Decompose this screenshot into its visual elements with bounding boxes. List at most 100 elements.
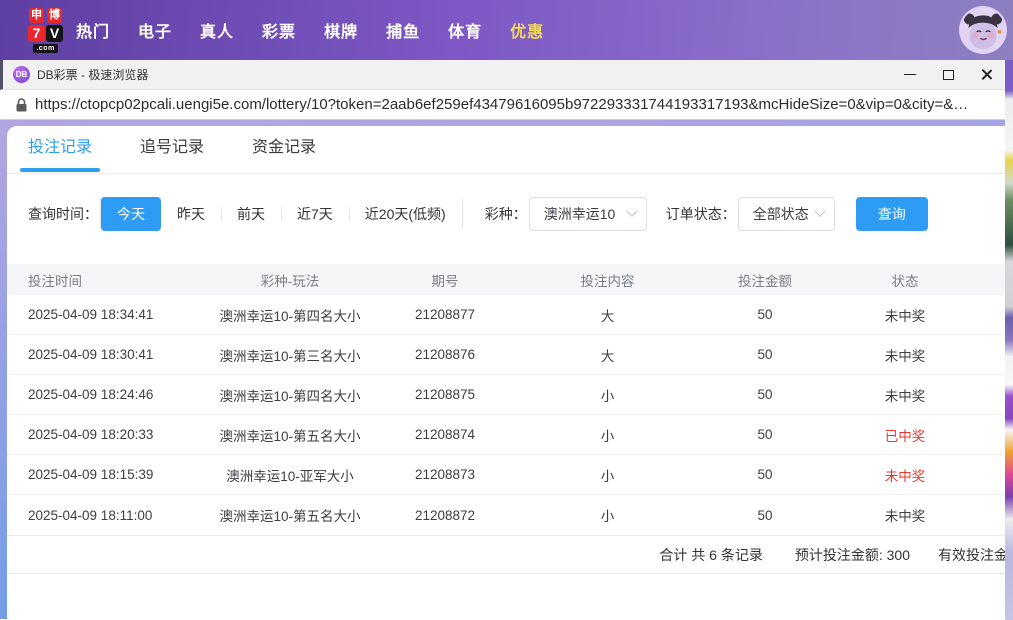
table-row[interactable]: 2025-04-09 18:30:41 澳洲幸运10-第三名大小 2120887… [7, 335, 1005, 375]
cell-issue: 21208876 [400, 347, 490, 362]
lottery-filter-label: 彩种： [485, 204, 527, 224]
cell-amount: 50 [725, 427, 805, 442]
cell-status: 已中奖 [805, 425, 1005, 445]
table-row[interactable]: 2025-04-09 18:11:00 澳洲幸运10-第五名大小 2120887… [7, 495, 1005, 535]
logo-vee: V [46, 25, 63, 42]
time-option-daybefore[interactable]: 前天 [221, 197, 281, 231]
tab-fund-records[interactable]: 资金记录 [252, 126, 316, 174]
cell-issue: 21208873 [400, 467, 490, 482]
site-logo[interactable]: 申 博 7 V .com [28, 8, 63, 53]
cell-bet-time: 2025-04-09 18:34:41 [7, 307, 180, 322]
nav-item-cards[interactable]: 棋牌 [324, 18, 358, 42]
chevron-down-icon [626, 206, 637, 217]
maximize-icon [943, 70, 954, 80]
cell-amount: 50 [725, 347, 805, 362]
cell-content: 小 [490, 505, 725, 525]
site-favicon: DB [13, 66, 30, 83]
nav-item-fishing[interactable]: 捕鱼 [386, 18, 420, 42]
table-row[interactable]: 2025-04-09 18:34:41 澳洲幸运10-第四名大小 2120887… [7, 295, 1005, 335]
browser-window: DB DB彩票 - 极速浏览器 https://ctopcp02pcali.ue… [0, 60, 1005, 620]
header-issue: 期号 [400, 270, 490, 290]
cell-amount: 50 [725, 508, 805, 523]
avatar-image [961, 8, 1005, 52]
cell-content: 小 [490, 465, 725, 485]
lock-icon [16, 98, 27, 112]
cell-game-play: 澳洲幸运10-第四名大小 [180, 305, 400, 325]
cell-content: 大 [490, 305, 725, 325]
window-title: DB彩票 - 极速浏览器 [37, 66, 148, 83]
logo-badges: 申 博 [29, 8, 62, 23]
time-option-20days[interactable]: 近20天(低频) [349, 197, 462, 231]
main-nav: 热门 电子 真人 彩票 棋牌 捕鱼 体育 优惠 [76, 18, 544, 42]
table-row[interactable]: 2025-04-09 18:24:46 澳洲幸运10-第四名大小 2120887… [7, 375, 1005, 415]
address-bar[interactable]: https://ctopcp02pcali.uengi5e.com/lotter… [0, 90, 1005, 120]
table-row[interactable]: 2025-04-09 18:20:33 澳洲幸运10-第五名大小 2120887… [7, 415, 1005, 455]
page-viewport: 投注记录 追号记录 资金记录 查询时间： 今天 昨天 前天 近7天 近20天(低… [0, 120, 1005, 619]
filter-bar: 查询时间： 今天 昨天 前天 近7天 近20天(低频) 彩种： 澳洲幸运10 订… [28, 197, 1005, 231]
table-row[interactable]: 2025-04-09 18:15:39 澳洲幸运10-亚军大小 21208873… [7, 455, 1005, 495]
logo-badge-2: 博 [47, 8, 62, 23]
cell-bet-time: 2025-04-09 18:11:00 [7, 508, 180, 523]
time-filter-label: 查询时间： [28, 204, 98, 224]
logo-badge-1: 申 [29, 8, 44, 23]
header-status: 状态 [805, 270, 1005, 290]
maximize-button[interactable] [929, 60, 967, 90]
search-button[interactable]: 查询 [856, 197, 928, 231]
time-option-7days[interactable]: 近7天 [281, 197, 349, 231]
chevron-down-icon [814, 206, 825, 217]
cell-game-play: 澳洲幸运10-第五名大小 [180, 425, 400, 445]
cell-status: 未中奖 [805, 305, 1005, 325]
screen: 申 博 7 V .com 热门 电子 真人 彩票 棋牌 捕鱼 体育 优惠 [0, 0, 1013, 620]
cell-issue: 21208877 [400, 307, 490, 322]
site-topbar: 申 博 7 V .com 热门 电子 真人 彩票 棋牌 捕鱼 体育 优惠 [0, 0, 1013, 60]
cell-content: 大 [490, 345, 725, 365]
cell-bet-time: 2025-04-09 18:24:46 [7, 387, 180, 402]
cell-bet-time: 2025-04-09 18:15:39 [7, 467, 180, 482]
summary-bar: 合计 共 6 条记录 预计投注金额: 300 有效投注金额 [7, 535, 1005, 574]
cell-amount: 50 [725, 467, 805, 482]
nav-item-hot[interactable]: 热门 [76, 18, 110, 42]
nav-item-sports[interactable]: 体育 [448, 18, 482, 42]
tab-chase-records[interactable]: 追号记录 [140, 126, 204, 174]
cell-issue: 21208874 [400, 427, 490, 442]
time-option-today[interactable]: 今天 [101, 197, 161, 231]
order-status-select[interactable]: 全部状态 [738, 197, 835, 231]
cell-status: 未中奖 [805, 385, 1005, 405]
time-option-yesterday[interactable]: 昨天 [161, 197, 221, 231]
window-titlebar[interactable]: DB DB彩票 - 极速浏览器 [0, 60, 1005, 90]
summary-total-records: 合计 共 6 条记录 [659, 545, 762, 565]
cell-status: 未中奖 [805, 345, 1005, 365]
cell-game-play: 澳洲幸运10-亚军大小 [180, 465, 400, 485]
logo-7v: 7 V [28, 25, 63, 42]
summary-expected-amount: 预计投注金额: 300 [795, 545, 910, 565]
nav-item-lottery[interactable]: 彩票 [262, 18, 296, 42]
logo-seven: 7 [28, 25, 45, 42]
cell-game-play: 澳洲幸运10-第五名大小 [180, 505, 400, 525]
header-content: 投注内容 [490, 270, 725, 290]
cell-game-play: 澳洲幸运10-第四名大小 [180, 385, 400, 405]
content-card: 投注记录 追号记录 资金记录 查询时间： 今天 昨天 前天 近7天 近20天(低… [7, 126, 1005, 619]
cell-content: 小 [490, 425, 725, 445]
cell-bet-time: 2025-04-09 18:20:33 [7, 427, 180, 442]
cell-bet-time: 2025-04-09 18:30:41 [7, 347, 180, 362]
minimize-button[interactable] [891, 60, 929, 90]
header-bet-time: 投注时间 [7, 270, 180, 290]
nav-item-live[interactable]: 真人 [200, 18, 234, 42]
order-status-value: 全部状态 [753, 204, 809, 224]
close-button[interactable] [967, 60, 1005, 90]
lottery-select-value: 澳洲幸运10 [544, 204, 616, 224]
cell-status: 未中奖 [805, 505, 1005, 525]
url-text[interactable]: https://ctopcp02pcali.uengi5e.com/lotter… [35, 96, 995, 113]
cell-game-play: 澳洲幸运10-第三名大小 [180, 345, 400, 365]
nav-item-promo[interactable]: 优惠 [510, 18, 544, 42]
user-avatar[interactable] [959, 6, 1007, 54]
summary-valid-amount: 有效投注金额 [938, 545, 1005, 565]
tab-bet-records[interactable]: 投注记录 [28, 126, 92, 174]
logo-com: .com [33, 44, 57, 53]
minimize-icon [904, 74, 916, 75]
record-tabs: 投注记录 追号记录 资金记录 [7, 126, 1005, 174]
lottery-select[interactable]: 澳洲幸运10 [529, 197, 647, 231]
cell-content: 小 [490, 385, 725, 405]
nav-item-slots[interactable]: 电子 [138, 18, 172, 42]
status-filter-label: 订单状态： [666, 204, 736, 224]
